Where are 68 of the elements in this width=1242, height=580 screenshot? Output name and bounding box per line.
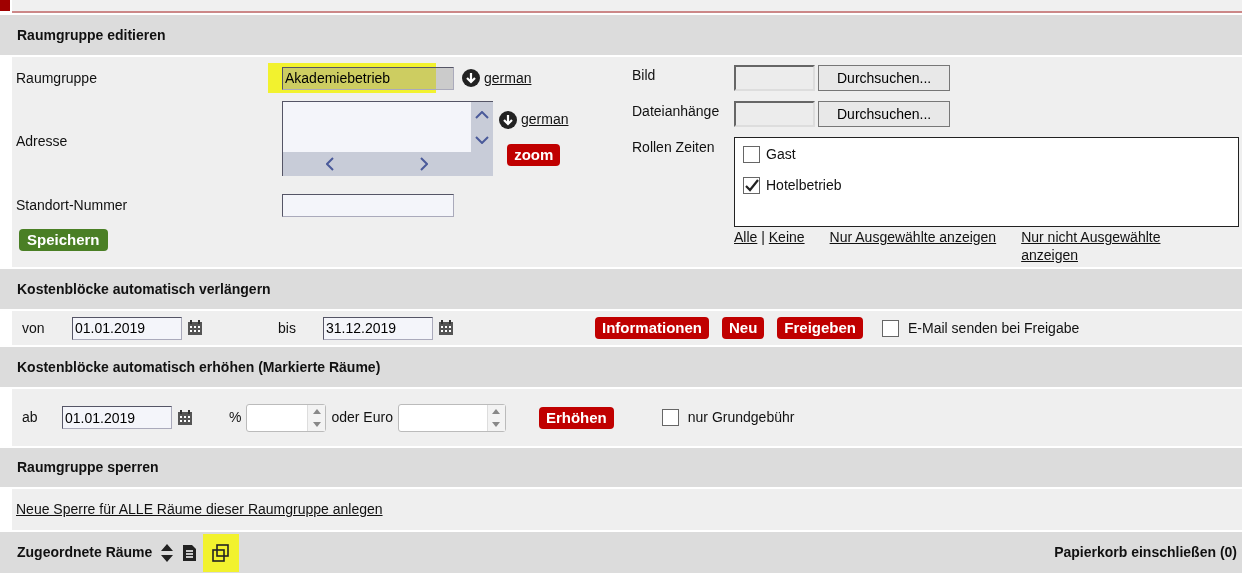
field-label: Adresse <box>16 131 69 151</box>
scroll-up-icon[interactable] <box>475 110 489 119</box>
field-label: Rollen Zeiten <box>632 138 716 157</box>
text-field[interactable]: Akademiebetrieb <box>282 66 454 90</box>
number-field[interactable] <box>246 403 327 432</box>
marker-block <box>0 0 10 11</box>
filter-link[interactable]: Nur nicht Ausgewählte anzeigen <box>1021 228 1182 264</box>
action-button[interactable]: Neu <box>722 317 765 339</box>
spin-down-icon[interactable] <box>492 421 501 427</box>
file-field[interactable]: Durchsuchen... <box>734 65 951 91</box>
checkbox[interactable] <box>882 319 900 337</box>
field-label: Raumgruppe <box>16 68 98 88</box>
calendar-icon <box>438 320 454 336</box>
scroll-right-icon[interactable] <box>420 157 428 171</box>
browse-button[interactable]: Durchsuchen... <box>818 65 951 91</box>
separator: | <box>761 229 765 245</box>
calendar-icon <box>187 320 203 336</box>
section-title: Raumgruppe sperren <box>17 458 159 477</box>
section-title: Zugeordnete Räume <box>17 543 153 562</box>
section-title: Raumgruppe editieren <box>17 25 166 45</box>
checkbox-label: E-Mail senden bei Freigabe <box>908 318 1080 338</box>
down-arrow-icon[interactable] <box>462 69 480 87</box>
text-area[interactable] <box>282 101 493 176</box>
browse-button[interactable]: Durchsuchen... <box>818 101 951 127</box>
checkbox-label: Hotelbetrieb <box>766 176 842 195</box>
copy-icon[interactable] <box>211 542 232 563</box>
file-field[interactable]: Durchsuchen... <box>734 101 951 127</box>
section-title: Kostenblöcke automatisch verlängern <box>17 279 271 299</box>
zoom-button[interactable]: zoom <box>507 144 561 166</box>
scroll-left-icon[interactable] <box>326 157 334 171</box>
date-label: von <box>22 318 46 338</box>
down-arrow-icon[interactable] <box>499 110 517 129</box>
language-link[interactable]: german <box>484 67 532 89</box>
date-field[interactable]: 01.01.2019 <box>62 406 172 429</box>
checkbox-label: Gast <box>766 145 796 164</box>
filter-link[interactable]: Keine <box>768 229 805 245</box>
date-label: ab <box>22 408 39 427</box>
scroll-down-icon[interactable] <box>475 135 489 144</box>
trash-label: Papierkorb einschließen (0) <box>1054 543 1237 562</box>
field-label: Dateianhänge <box>632 102 721 121</box>
date-field[interactable]: 31.12.2019 <box>323 316 433 340</box>
spin-up-icon[interactable] <box>312 408 321 414</box>
section-title: Kostenblöcke automatisch erhöhen (Markierte Räume) <box>17 357 381 377</box>
action-button[interactable]: Freigeben <box>777 317 864 339</box>
sort-icon[interactable] <box>160 542 175 563</box>
checkbox[interactable] <box>743 146 760 163</box>
calendar-icon <box>177 409 193 426</box>
document-icon[interactable] <box>182 543 198 562</box>
spin-down-icon[interactable] <box>312 421 321 427</box>
field-label: Standort-Nummer <box>16 195 129 215</box>
percent-label: % <box>229 408 242 427</box>
filter-link[interactable]: Alle <box>734 229 758 245</box>
text-field[interactable] <box>282 193 454 217</box>
euro-label: oder Euro <box>331 408 393 427</box>
date-label: bis <box>278 318 297 338</box>
action-button[interactable]: Informationen <box>595 317 709 339</box>
save-button[interactable]: Speichern <box>19 229 108 251</box>
checkbox-label: nur Grundgebühr <box>687 408 795 427</box>
language-link[interactable]: german <box>521 109 569 130</box>
date-field[interactable]: 01.01.2019 <box>72 316 182 340</box>
lock-link[interactable]: Neue Sperre für ALLE Räume dieser Raumgruppe anlegen <box>16 499 383 520</box>
number-field[interactable] <box>397 403 506 432</box>
checkbox[interactable] <box>661 409 679 426</box>
field-label: Bild <box>632 66 657 85</box>
checkbox[interactable] <box>743 177 760 194</box>
increase-button[interactable]: Erhöhen <box>538 406 614 429</box>
filter-link[interactable]: Nur Ausgewählte anzeigen <box>829 229 997 245</box>
spin-up-icon[interactable] <box>492 408 501 414</box>
